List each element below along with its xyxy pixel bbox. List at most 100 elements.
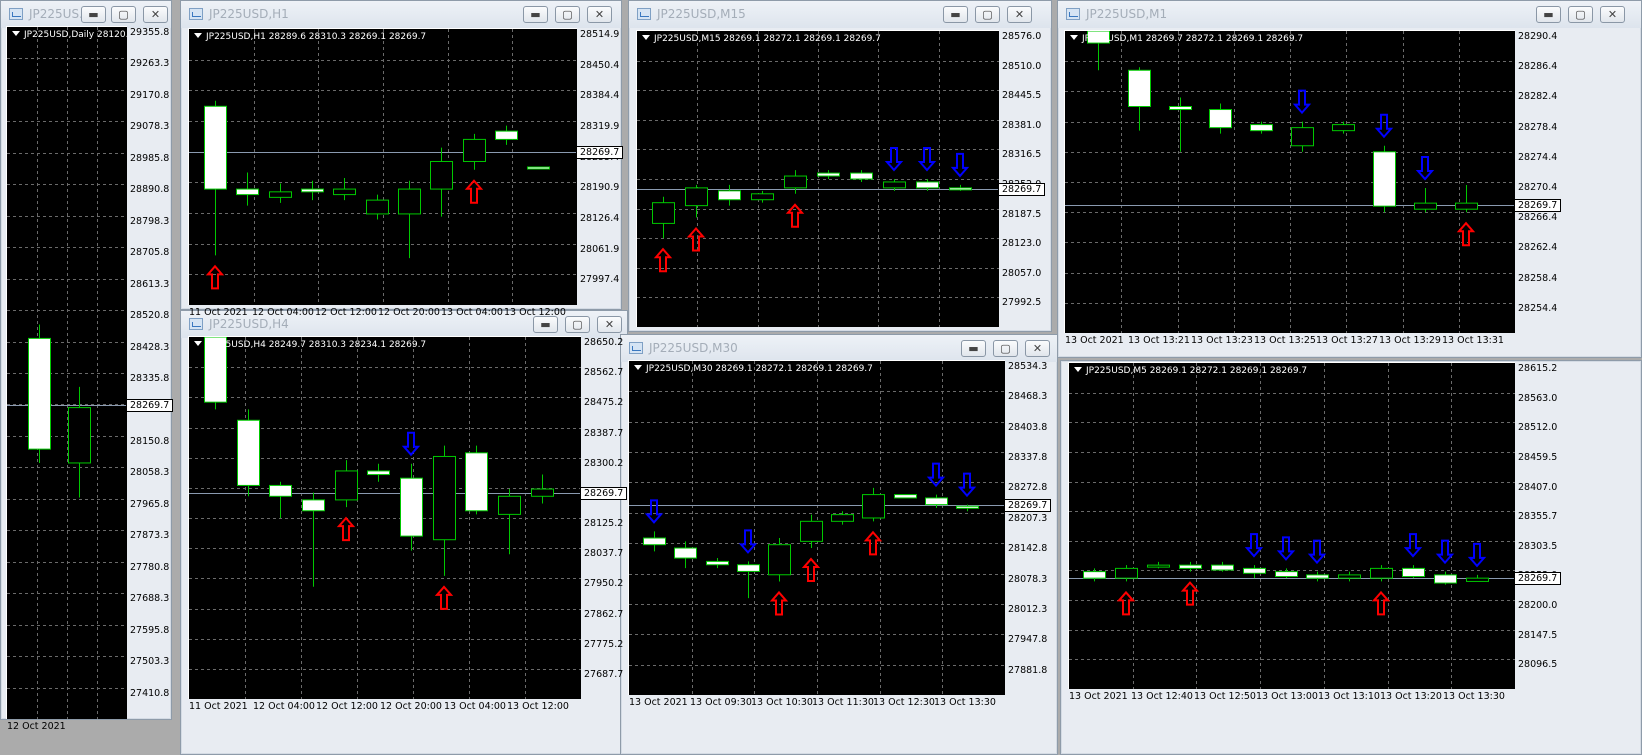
x-axis-tick-label: 13 Oct 13:30: [934, 697, 996, 708]
chart-icon: [629, 342, 643, 354]
close-button[interactable]: ✕: [143, 6, 168, 23]
titlebar[interactable]: JP225USD,M15 ▬ ▢ ✕: [629, 1, 1051, 28]
candle-body: [1332, 124, 1355, 132]
candle-body: [1434, 574, 1457, 584]
current-price-tag: 28269.7: [1514, 571, 1562, 585]
candle-body: [1083, 571, 1106, 579]
y-axis-tick-label: 28012.3: [1008, 604, 1048, 615]
dropdown-triangle-icon[interactable]: [12, 31, 20, 36]
up-arrow-icon: [769, 590, 789, 616]
plot-m15[interactable]: JP225USD,M15 28269.1 28272.1 28269.1 282…: [636, 30, 999, 327]
candle-body: [862, 494, 885, 519]
dropdown-triangle-icon[interactable]: [1070, 35, 1078, 40]
maximize-button[interactable]: ▢: [565, 316, 590, 333]
candle-body: [850, 172, 873, 180]
y-axis-tick-label: 28266.4: [1518, 212, 1558, 223]
up-arrow-icon: [1180, 581, 1200, 606]
window-title: JP225USD,M15: [657, 7, 746, 21]
maximize-button[interactable]: ▢: [1568, 6, 1593, 23]
y-axis-tick-label: 27997.4: [580, 274, 620, 285]
x-axis-tick-label: 13 Oct 10:30: [751, 697, 813, 708]
symbol-header[interactable]: JP225USD,M1 28269.7 28272.1 28269.1 2826…: [1070, 34, 1303, 44]
plot-h4[interactable]: JP225USD,H4 28249.7 28310.3 28234.1 2826…: [188, 336, 581, 699]
chart-canvas: [189, 337, 581, 699]
plot-m1[interactable]: JP225USD,M1 28269.7 28272.1 28269.1 2826…: [1064, 30, 1515, 333]
x-axis-tick-label: 11 Oct 2021: [189, 307, 248, 318]
down-arrow-icon: [1467, 542, 1487, 568]
close-button[interactable]: ✕: [1600, 6, 1625, 23]
candle-body: [883, 181, 906, 189]
titlebar[interactable]: JP225USD,M30 ▬ ▢ ✕: [621, 335, 1057, 362]
symbol-header[interactable]: JP225USD,M30 28269.1 28272.1 28269.1 282…: [634, 364, 873, 374]
minimize-button[interactable]: ▬: [1536, 6, 1561, 23]
symbol-header[interactable]: JP225USD,Daily 28120.3: [12, 30, 127, 40]
titlebar[interactable]: JP225USD,M1 ▬ ▢ ✕: [1058, 1, 1641, 28]
up-arrow-icon: [785, 203, 805, 228]
minimize-button[interactable]: ▬: [533, 316, 558, 333]
candle-body: [1370, 567, 1393, 579]
minimize-button[interactable]: ▬: [81, 6, 106, 23]
y-axis-tick-label: 27862.7: [584, 609, 624, 620]
chart-icon: [637, 8, 651, 20]
minimize-button[interactable]: ▬: [523, 6, 548, 23]
candle-body: [1291, 127, 1314, 147]
dropdown-triangle-icon[interactable]: [1074, 367, 1082, 372]
x-axis-tick-label: 12 Oct 20:00: [378, 307, 440, 318]
y-axis-tick-label: 28286.4: [1518, 61, 1558, 72]
y-axis-tick-label: 28147.5: [1518, 630, 1558, 641]
candle-body: [1179, 564, 1202, 569]
y-axis-tick-label: 28428.3: [130, 342, 170, 353]
close-button[interactable]: ✕: [587, 6, 612, 23]
y-axis-tick-label: 28190.9: [580, 182, 620, 193]
window-title: JP225USD,M1: [1086, 7, 1168, 21]
symbol-header[interactable]: JP225USD,H4 28249.7 28310.3 28234.1 2826…: [194, 340, 426, 350]
close-button[interactable]: ✕: [1007, 6, 1032, 23]
candle-body: [706, 560, 729, 566]
symbol-header[interactable]: JP225USD,H1 28289.6 28310.3 28269.1 2826…: [194, 32, 426, 42]
plot-m30[interactable]: JP225USD,M30 28269.1 28272.1 28269.1 282…: [628, 360, 1005, 695]
up-arrow-icon: [686, 226, 706, 252]
dropdown-triangle-icon[interactable]: [642, 35, 650, 40]
y-axis-tick-label: 27965.8: [130, 499, 170, 510]
y-axis-tick-label: 28337.8: [1008, 452, 1048, 463]
close-button[interactable]: ✕: [597, 316, 622, 333]
titlebar[interactable]: JP225USD,H1 ▬ ▢ ✕: [181, 1, 621, 28]
y-axis-tick-label: 29078.3: [130, 121, 170, 132]
minimize-button[interactable]: ▬: [961, 340, 986, 357]
y-axis-tick-label: 27950.2: [584, 578, 624, 589]
x-axis-tick-label: 13 Oct 13:20: [1380, 691, 1442, 702]
y-axis-tick-label: 28303.5: [1518, 541, 1558, 552]
close-button[interactable]: ✕: [1025, 340, 1050, 357]
up-arrow-icon: [653, 247, 673, 273]
y-axis-tick-label: 28125.2: [584, 518, 624, 529]
symbol-header[interactable]: JP225USD,M15 28269.1 28272.1 28269.1 282…: [642, 34, 881, 44]
plot-m5[interactable]: JP225USD,M5 28269.1 28272.1 28269.1 2826…: [1068, 362, 1515, 689]
maximize-button[interactable]: ▢: [975, 6, 1000, 23]
candle-body: [1209, 109, 1232, 129]
down-arrow-icon: [401, 431, 421, 457]
chart-icon: [1066, 8, 1080, 20]
up-arrow-icon: [434, 585, 454, 610]
plot-daily[interactable]: JP225USD,Daily 28120.3: [6, 26, 127, 719]
current-price-tag: 28269.7: [1004, 498, 1052, 512]
maximize-button[interactable]: ▢: [111, 6, 136, 23]
y-axis-tick-label: 28468.3: [1008, 391, 1048, 402]
maximize-button[interactable]: ▢: [555, 6, 580, 23]
plot-h1[interactable]: JP225USD,H1 28289.6 28310.3 28269.1 2826…: [188, 28, 577, 305]
symbol-header[interactable]: JP225USD,M5 28269.1 28272.1 28269.1 2826…: [1074, 366, 1307, 376]
dropdown-triangle-icon[interactable]: [194, 341, 202, 346]
y-axis-tick-label: 27780.8: [130, 562, 170, 573]
maximize-button[interactable]: ▢: [993, 340, 1018, 357]
candle-body: [495, 130, 518, 140]
y-axis-tick-label: 28316.5: [1002, 149, 1042, 160]
titlebar[interactable]: JP225US... ▬ ▢ ✕: [1, 1, 171, 28]
dropdown-triangle-icon[interactable]: [194, 33, 202, 38]
down-arrow-icon: [1374, 113, 1394, 139]
dropdown-triangle-icon[interactable]: [634, 365, 642, 370]
candle-body: [433, 455, 456, 541]
candle-body: [498, 495, 521, 515]
candle-body: [685, 187, 708, 207]
minimize-button[interactable]: ▬: [943, 6, 968, 23]
y-axis-tick-label: 28615.2: [1518, 363, 1558, 374]
down-arrow-icon: [950, 152, 970, 178]
